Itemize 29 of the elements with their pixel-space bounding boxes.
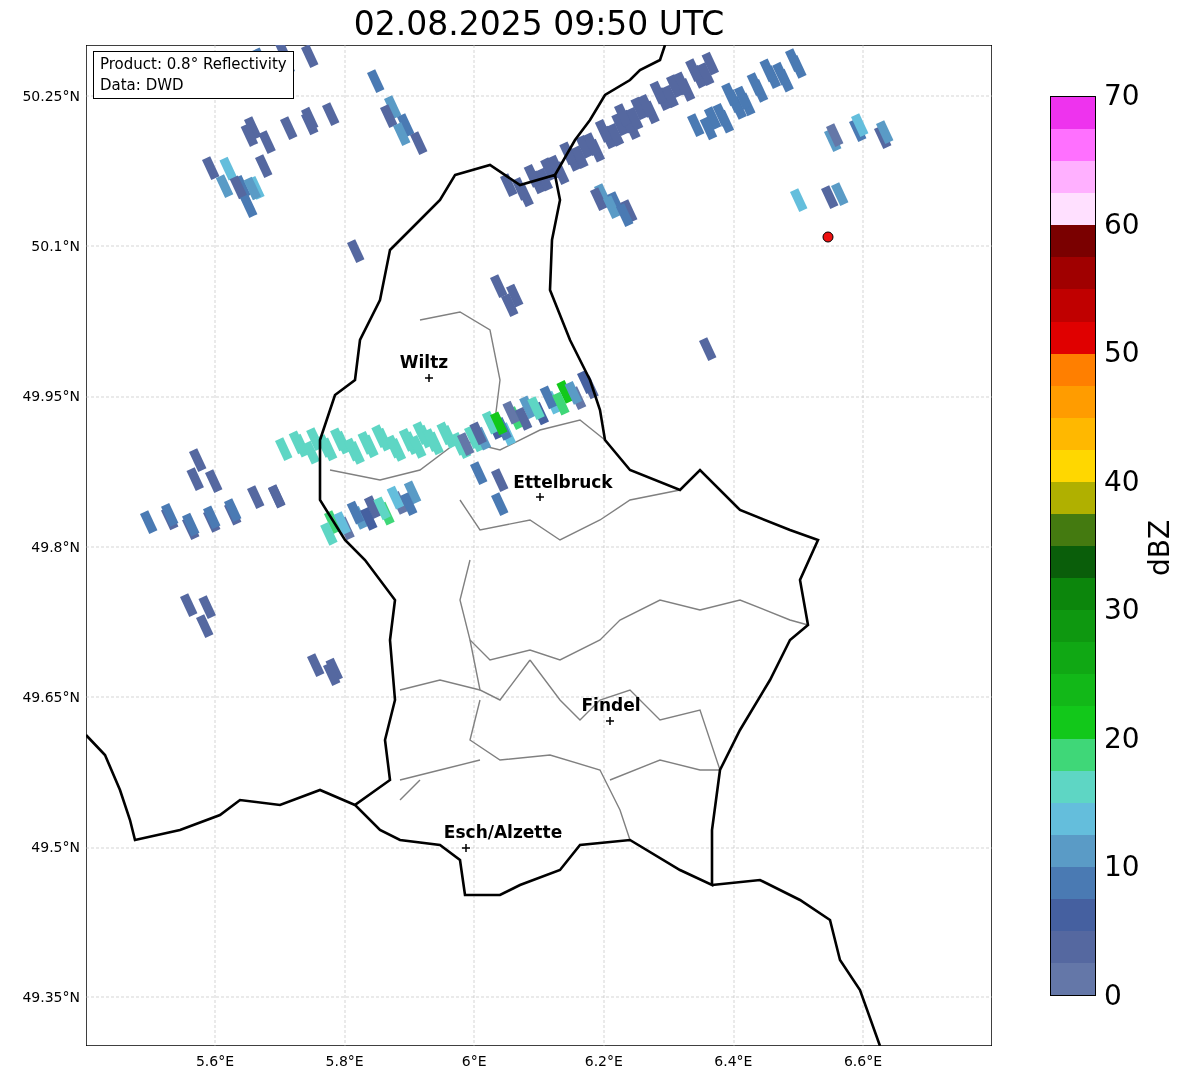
colorbar-label: dBZ	[1144, 519, 1176, 577]
x-tick-label: 5.8°E	[325, 1052, 364, 1070]
chart-title: 02.08.2025 09:50 UTC	[352, 4, 726, 44]
place-label: Wiltz	[399, 352, 449, 372]
y-tick-label: 50.25°N	[22, 87, 80, 105]
y-tick-label: 50.1°N	[31, 237, 80, 256]
place-label: Ettelbruck	[513, 472, 613, 492]
place-label: Findel	[581, 695, 641, 715]
colorbar-tick-label: 30	[1104, 594, 1140, 627]
colorbar-tick-label: 20	[1104, 722, 1140, 755]
colorbar-tick-label: 0	[1104, 980, 1122, 1012]
x-tick-label: 5.6°E	[195, 1052, 235, 1070]
colorbar-tick-label: 10	[1104, 851, 1140, 884]
y-tick-label: 49.35°N	[22, 988, 80, 1007]
colorbar-tick-label: 70	[1104, 80, 1140, 112]
x-tick-label: 6°E	[461, 1052, 487, 1070]
colorbar-tick-label: 60	[1104, 208, 1140, 241]
x-tick-label: 6.4°E	[714, 1052, 753, 1070]
y-tick-label: 49.5°N	[31, 838, 80, 856]
colorbar-tick-label: 50	[1104, 337, 1140, 370]
y-tick-label: 49.95°N	[22, 387, 80, 406]
y-tick-label: 49.8°N	[31, 537, 80, 556]
x-tick-label: 6.2°E	[584, 1052, 623, 1070]
place-label: Esch/Alzette	[443, 822, 563, 842]
x-tick-label: 6.6°E	[843, 1052, 883, 1070]
y-tick-label: 49.65°N	[22, 687, 80, 706]
colorbar-tick-label: 40	[1104, 465, 1140, 498]
info-text: Data: DWD	[100, 75, 185, 96]
info-text: Product: 0.8° Reflectivity	[100, 54, 287, 75]
